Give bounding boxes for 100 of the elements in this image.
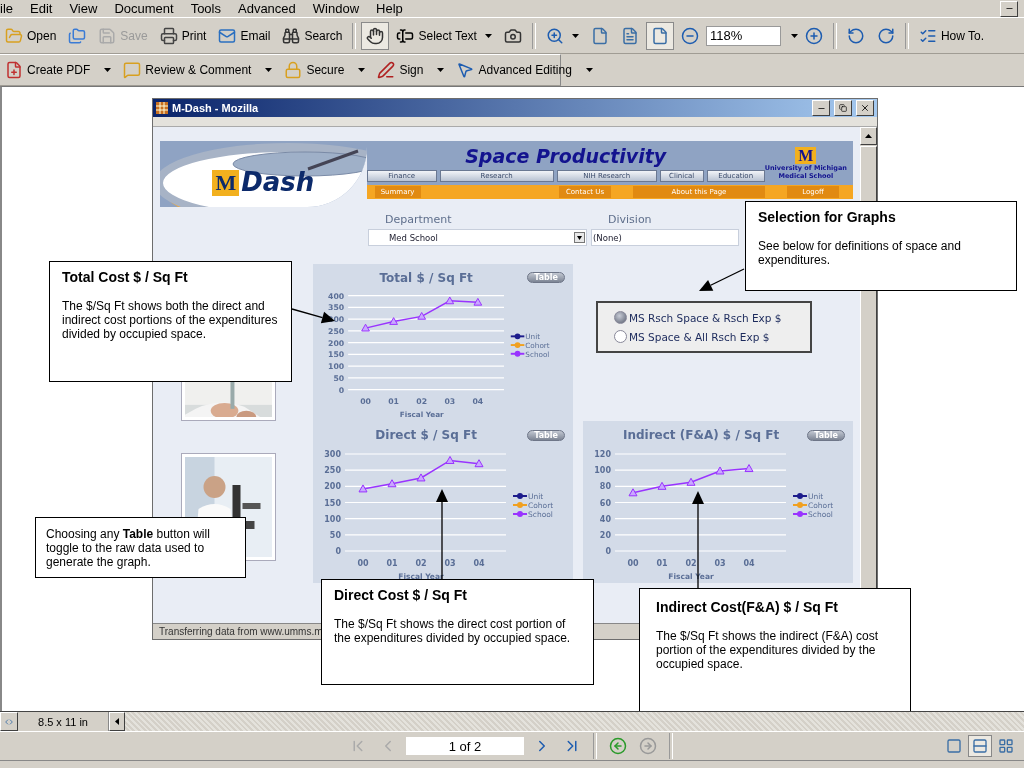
point <box>387 479 397 488</box>
zoom-field[interactable]: 118% <box>705 25 781 46</box>
point <box>657 481 667 490</box>
caret-icon <box>585 68 593 72</box>
axis-tick-label: 04 <box>743 559 755 568</box>
page-number-field[interactable]: 1 of 2 <box>406 737 524 755</box>
menu-item[interactable]: Help <box>376 1 403 16</box>
review-comment-button[interactable]: Review & Comment <box>118 56 278 84</box>
advanced-editing-button[interactable]: Advanced Editing <box>451 56 598 84</box>
single-page-icon <box>946 738 962 754</box>
callout-text: See below for definitions of space and expenditures. <box>758 239 962 267</box>
axis-tick-label: 250 <box>324 466 341 476</box>
menu-item[interactable]: Window <box>312 1 360 16</box>
axis-tick-label: 400 <box>328 292 345 301</box>
point <box>628 488 638 497</box>
close-button[interactable] <box>856 100 874 116</box>
caret-icon <box>265 68 273 72</box>
point <box>744 464 754 473</box>
radio-label[interactable]: MS Rsch Space & Rsch Exp $ <box>629 311 782 324</box>
axis-tick-label: 60 <box>599 498 611 508</box>
fit-width-button[interactable] <box>645 21 674 50</box>
axis-tick-label: 00 <box>627 559 639 568</box>
axis-tick-label: 300 <box>324 450 341 459</box>
binoculars-icon <box>282 26 301 45</box>
window-title: M-Dash - Mozilla <box>172 102 260 114</box>
callout-text: The $/Sq Ft shows the indirect (F&A) cost portion of the expenditures divided by the occupied space. <box>656 629 880 671</box>
axis-tick-label: 04 <box>472 397 484 407</box>
split-handle[interactable] <box>0 712 18 731</box>
department-select[interactable]: Med School <box>368 229 587 246</box>
radio-label[interactable]: MS Space & All Rsch Exp $ <box>629 330 770 343</box>
axis-tick-label: 0 <box>605 547 611 556</box>
callout-text: The $/Sq Ft shows the direct cost portion of the expenditures divided by occupied space. <box>334 617 572 645</box>
continuous-button[interactable] <box>968 735 992 757</box>
axis-tick-label: 02 <box>415 559 427 568</box>
search-button[interactable]: Search <box>277 21 348 50</box>
point <box>358 484 368 493</box>
scroll-left-button[interactable] <box>109 712 125 731</box>
caret-icon <box>571 33 579 38</box>
open-button[interactable]: Open <box>0 21 62 50</box>
logo-letter: M <box>212 170 240 196</box>
minimize-button[interactable] <box>1000 0 1018 17</box>
page-icon <box>620 26 639 45</box>
up-arrow-icon <box>865 134 872 138</box>
create-pdf-button[interactable]: Create PDF <box>0 56 117 84</box>
menu-item[interactable]: Edit <box>30 1 53 16</box>
scroll-up-button[interactable] <box>860 127 877 145</box>
how-to-button[interactable]: How To. <box>913 21 990 50</box>
dropdown-arrow-icon <box>574 232 585 243</box>
print-button[interactable]: Print <box>154 21 212 50</box>
axis-tick-label: 03 <box>444 397 456 407</box>
radio-button[interactable] <box>614 311 627 324</box>
axis-tick-label: 350 <box>328 303 345 313</box>
axis-tick-label: 50 <box>329 530 341 540</box>
caret-icon <box>104 68 112 72</box>
axis-tick-label: 03 <box>444 559 456 568</box>
axis-tick-label: 01 <box>388 397 399 407</box>
axis-tick-label: 04 <box>473 559 485 568</box>
division-select[interactable]: (None) <box>591 229 739 246</box>
restore-button[interactable] <box>834 100 852 116</box>
callout-title: Direct Cost $ / Sq Ft <box>334 587 469 603</box>
axis-tick-label: 120 <box>594 450 611 459</box>
axis-tick-label: 50 <box>333 374 345 384</box>
menu-item[interactable]: Advanced <box>238 1 296 16</box>
email-button[interactable]: Email <box>213 21 276 50</box>
menu-item[interactable]: ile <box>0 1 13 16</box>
point <box>445 455 455 464</box>
radio-button[interactable] <box>614 330 627 343</box>
hand-tool-button[interactable] <box>361 21 390 50</box>
zoom-out-icon <box>680 26 699 45</box>
menu-item[interactable]: Tools <box>190 1 221 16</box>
rotate-left-icon <box>846 26 865 45</box>
axis-tick-label: 200 <box>328 338 345 348</box>
axis-tick-label: 02 <box>685 559 697 568</box>
restore-icon <box>839 104 847 112</box>
pointer-icon <box>456 61 475 79</box>
callout-title: Indirect Cost(F&A) $ / Sq Ft <box>656 599 839 615</box>
camera-icon <box>503 26 522 45</box>
pen-icon <box>377 61 396 79</box>
close-icon <box>860 103 870 113</box>
sign-button[interactable]: Sign <box>372 56 450 84</box>
menu-item[interactable]: View <box>69 1 98 16</box>
speech-bubble-icon <box>123 61 142 79</box>
zoom-in-icon <box>545 26 564 45</box>
institution-mark: M <box>795 146 817 164</box>
select-text-button[interactable]: Select Text <box>391 21 497 50</box>
field-label: Department <box>384 213 453 226</box>
page-size: 8.5 x 11 in <box>18 712 109 731</box>
chart-title: Direct $ / Sq Ft <box>374 428 478 442</box>
axis-tick-label: 00 <box>360 397 371 407</box>
axis-tick-label: 100 <box>594 466 611 476</box>
point <box>686 477 696 486</box>
menu-item[interactable]: Document <box>114 1 174 16</box>
split-arrows-icon <box>4 716 14 727</box>
minimize-button[interactable] <box>812 100 830 116</box>
callout-text: The $/Sq Ft shows both the direct and indirect cost portions of the expenditures divided by occupied space. <box>62 299 279 341</box>
secure-button[interactable]: Secure <box>279 56 371 84</box>
axis-tick-label: 80 <box>599 482 611 492</box>
axis-tick-label: 200 <box>324 482 341 492</box>
folder-icon <box>5 26 23 45</box>
axis-tick-label: 20 <box>599 530 611 540</box>
